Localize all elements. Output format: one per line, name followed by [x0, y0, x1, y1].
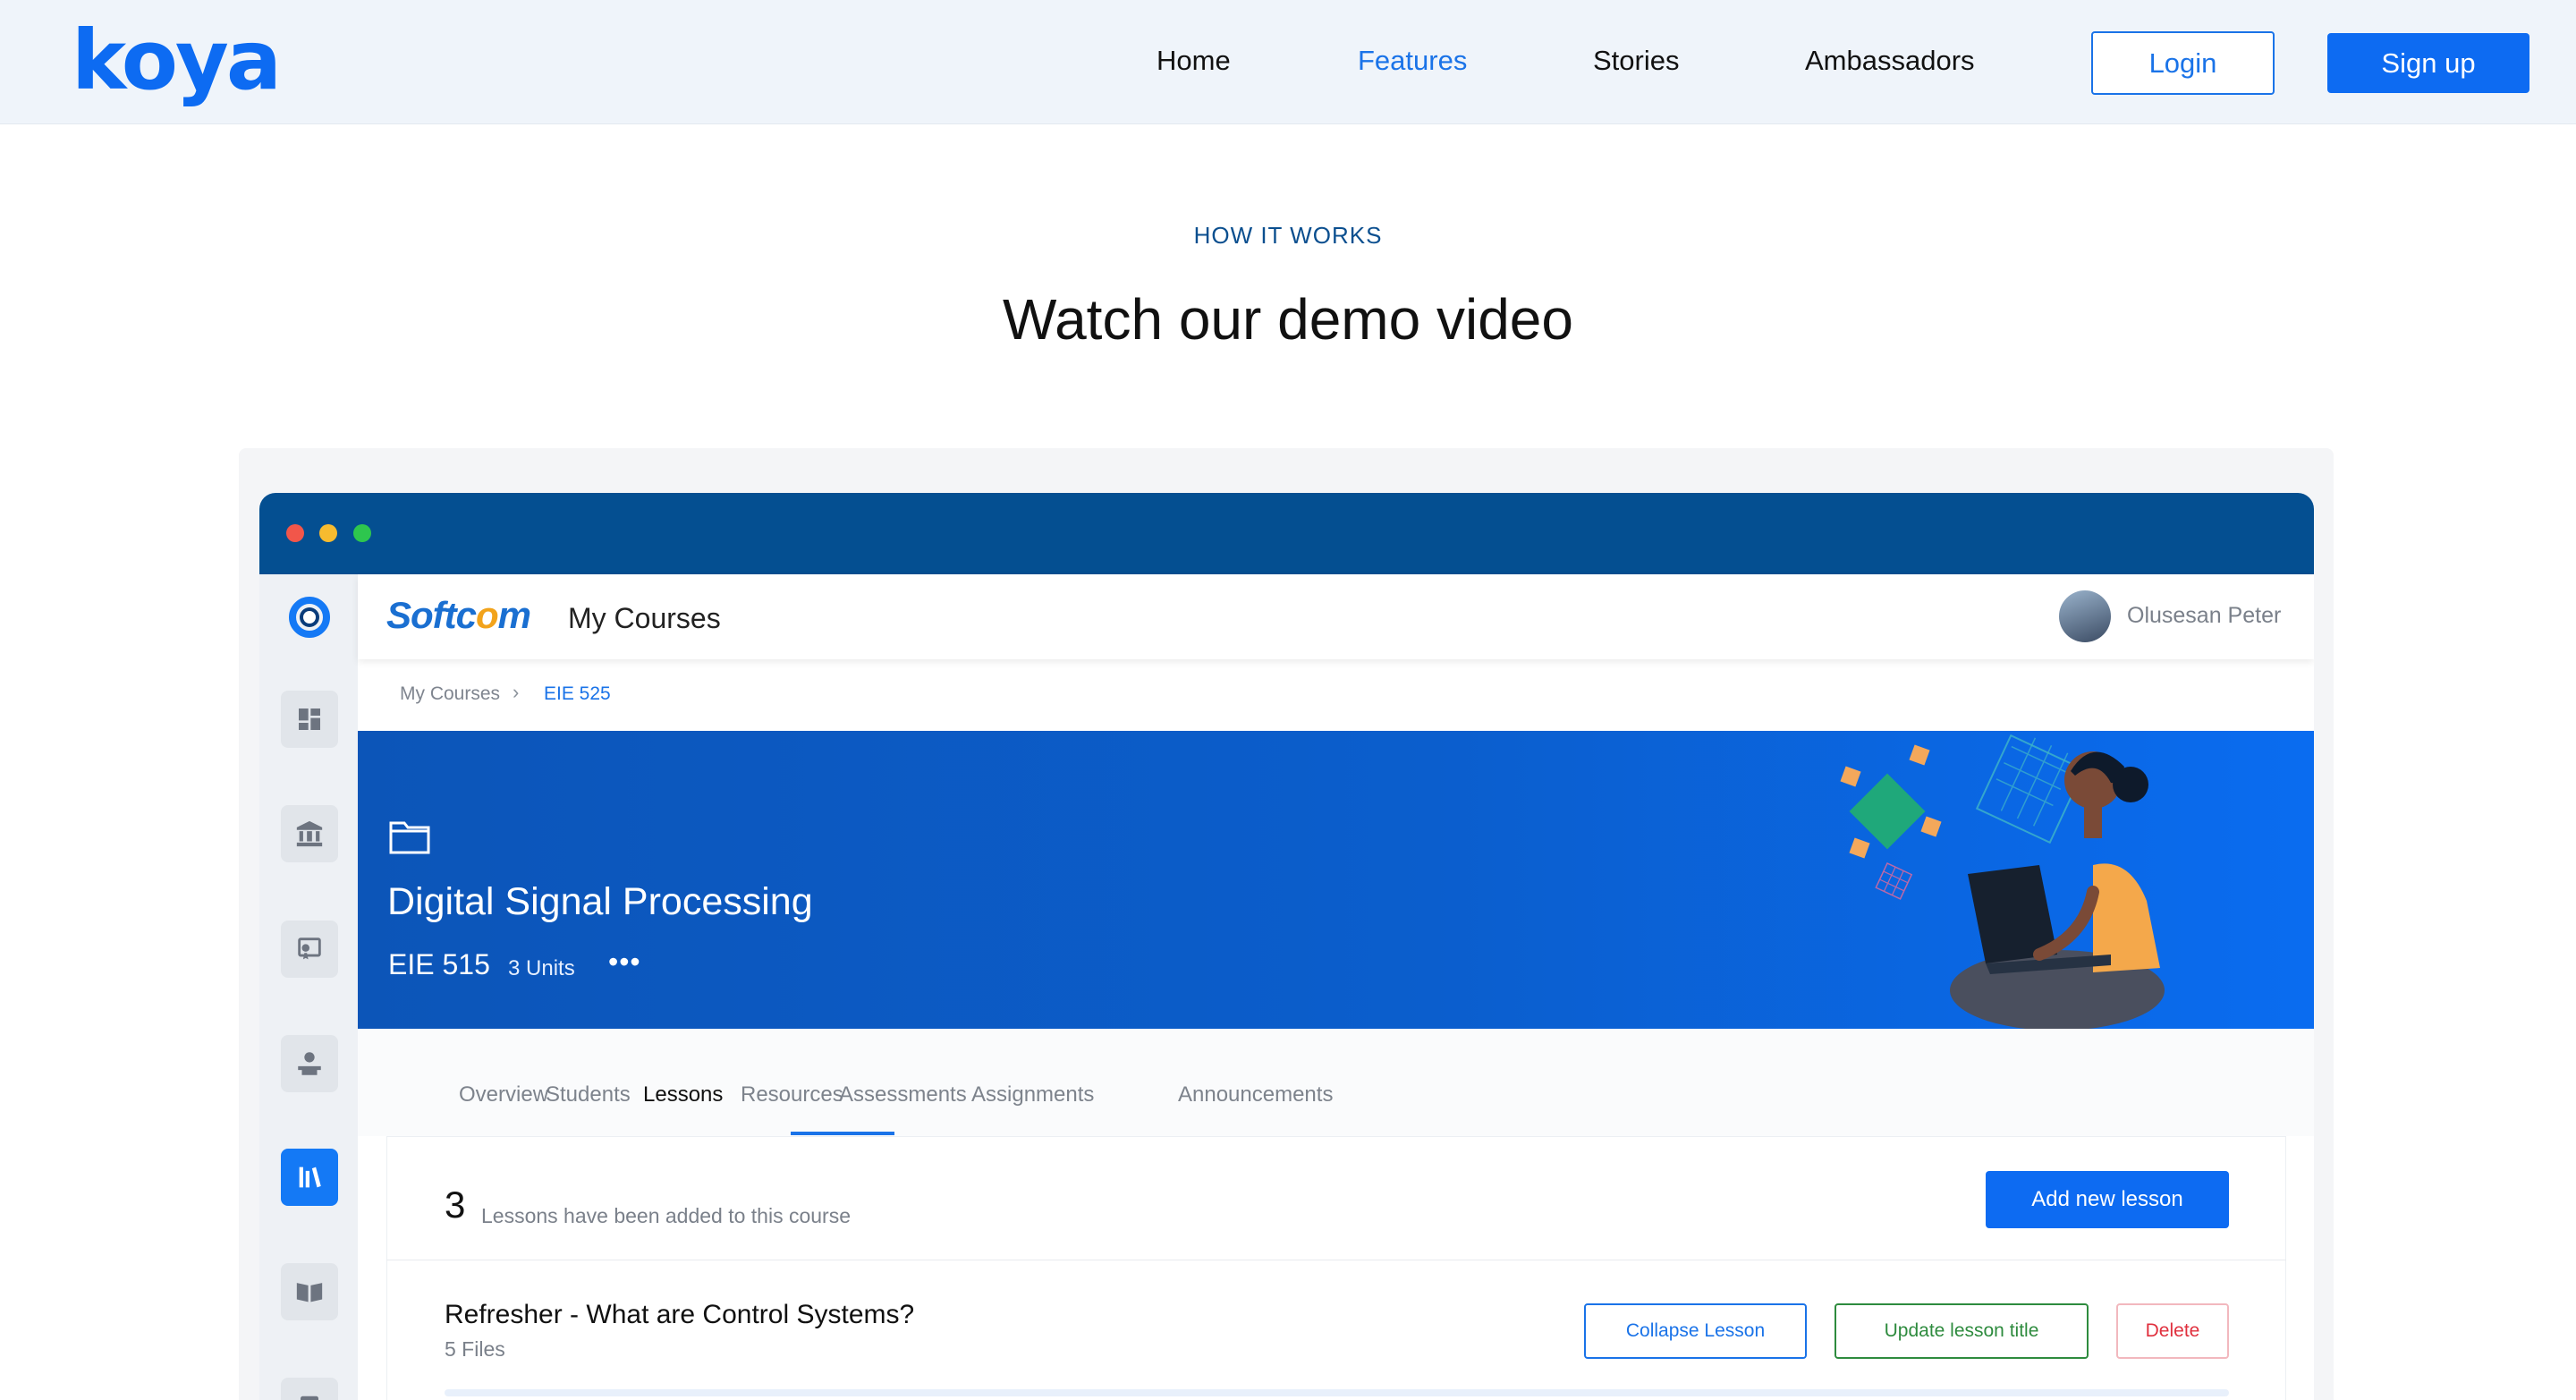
app-logo-icon[interactable]: [281, 589, 338, 646]
more-options-icon[interactable]: •••: [608, 946, 641, 979]
section-title: Watch our demo video: [1003, 287, 1573, 352]
delete-lesson-button[interactable]: Delete: [2116, 1303, 2229, 1359]
add-new-lesson-button[interactable]: Add new lesson: [1986, 1171, 2229, 1228]
nav-link-home[interactable]: Home: [1157, 43, 1231, 79]
app-header: Softcom My Courses Olusesan Peter ▾: [358, 574, 2314, 659]
brand-suffix: m: [497, 594, 531, 636]
window-titlebar: [259, 493, 2314, 574]
nav-link-features[interactable]: Features: [1358, 43, 1467, 79]
window-minimize-dot: [319, 524, 337, 542]
nav-link-stories[interactable]: Stories: [1593, 43, 1679, 79]
brand-prefix: Softc: [386, 594, 477, 636]
signup-button[interactable]: Sign up: [2327, 33, 2529, 93]
book-icon[interactable]: [281, 1263, 338, 1320]
app-sidebar: [259, 574, 358, 1400]
breadcrumb-root[interactable]: My Courses: [400, 683, 500, 705]
institution-icon[interactable]: [281, 805, 338, 862]
brand-accent: o: [476, 594, 499, 636]
collapse-lesson-button[interactable]: Collapse Lesson: [1584, 1303, 1807, 1359]
avatar[interactable]: [2059, 590, 2111, 642]
window-close-dot: [286, 524, 304, 542]
user-menu-name[interactable]: Olusesan Peter: [2127, 603, 2281, 629]
dashboard-icon[interactable]: [281, 691, 338, 748]
library-icon[interactable]: [281, 1149, 338, 1206]
page-title: My Courses: [568, 602, 721, 634]
demo-app-window[interactable]: Softcom My Courses Olusesan Peter ▾: [259, 493, 2314, 1400]
softcom-logo[interactable]: Softcom: [386, 594, 531, 637]
window-maximize-dot: [353, 524, 371, 542]
document-icon[interactable]: [281, 1378, 338, 1400]
certificate-icon[interactable]: [281, 921, 338, 978]
top-navbar: koya Home Features Stories Ambassadors L…: [0, 0, 2576, 124]
koya-logo[interactable]: koya: [72, 20, 282, 102]
nav-link-ambassadors[interactable]: Ambassadors: [1805, 43, 1975, 79]
login-button[interactable]: Login: [2091, 31, 2275, 95]
section-eyebrow: HOW IT WORKS: [1193, 222, 1383, 249]
update-lesson-title-button[interactable]: Update lesson title: [1835, 1303, 2089, 1359]
teacher-icon[interactable]: [281, 1035, 338, 1092]
